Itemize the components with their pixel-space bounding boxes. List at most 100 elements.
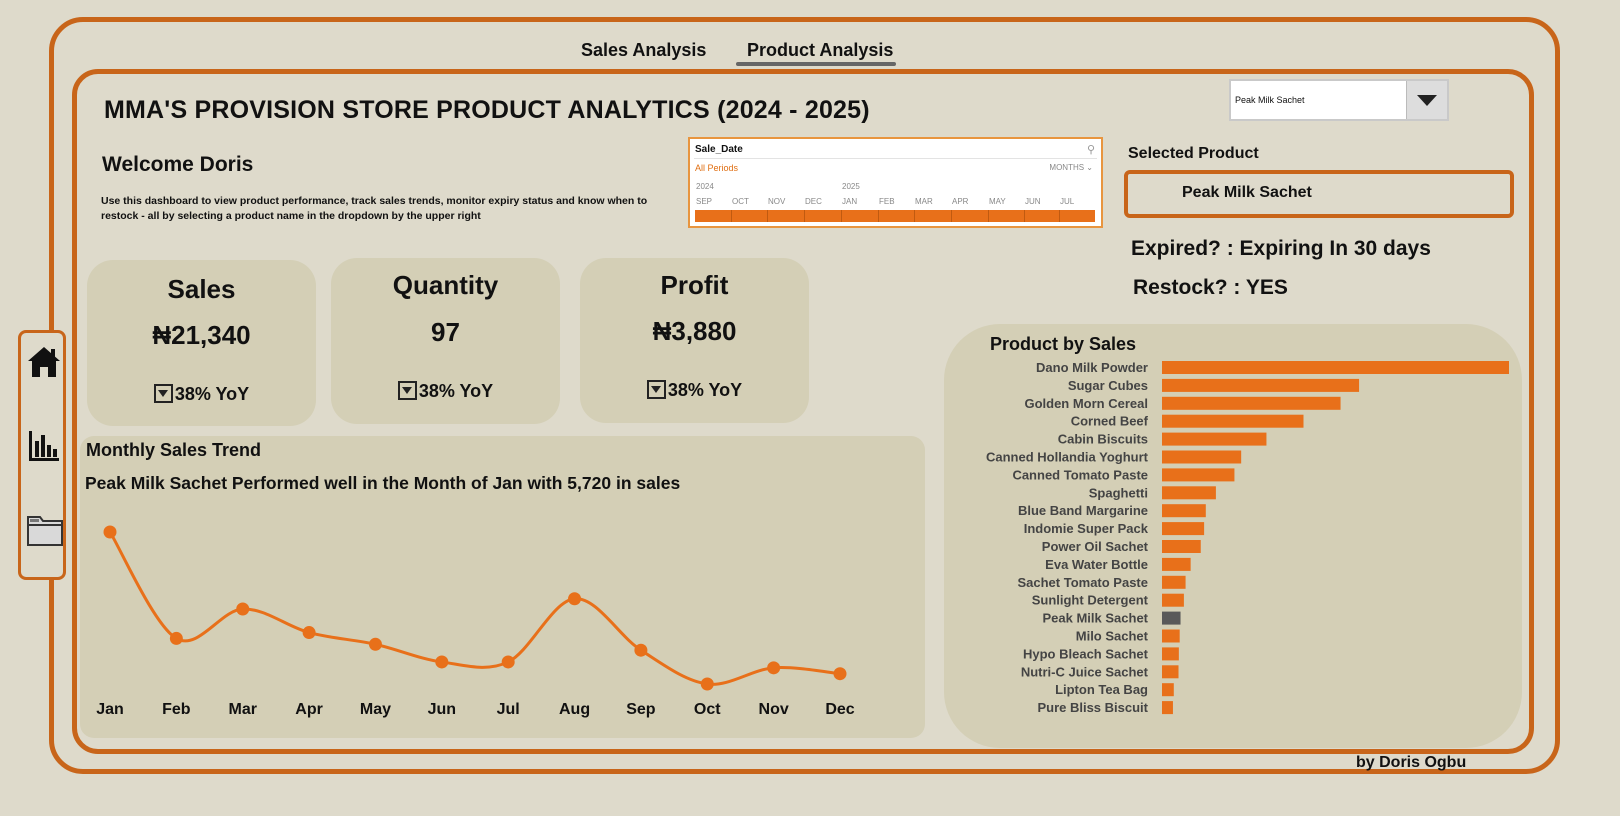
category-label: Sugar Cubes [1068, 378, 1148, 393]
bar[interactable] [1162, 450, 1242, 464]
timeline-level-select[interactable]: MONTHS ⌄ [1049, 163, 1093, 172]
data-point[interactable] [302, 626, 316, 640]
kpi-yoy: 38% YoY [87, 384, 316, 405]
timeline-tick [914, 210, 915, 222]
product-dropdown[interactable]: Peak Milk Sachet [1229, 79, 1449, 121]
timeline-month: OCT [732, 197, 749, 206]
category-label: Canned Hollandia Yoghurt [986, 450, 1149, 465]
data-point[interactable] [700, 677, 714, 691]
timeline-year: 2025 [842, 182, 860, 191]
category-label: Power Oil Sachet [1042, 539, 1149, 554]
bar[interactable] [1162, 486, 1216, 500]
data-point[interactable] [368, 637, 382, 651]
category-label: Peak Milk Sachet [1043, 611, 1149, 626]
timeline-title: Sale_Date [695, 144, 743, 155]
data-point[interactable] [169, 631, 183, 645]
kpi-title: Sales [167, 274, 236, 304]
kpi-card-quantity: Quantity 97 38% YoY [331, 258, 560, 424]
x-tick-label: Feb [162, 701, 191, 718]
bar[interactable] [1162, 468, 1235, 482]
category-label: Pure Bliss Biscuit [1037, 700, 1148, 715]
bar[interactable] [1162, 683, 1174, 697]
category-label: Sunlight Detergent [1032, 593, 1149, 608]
bar[interactable] [1162, 647, 1179, 661]
data-point[interactable] [767, 661, 781, 675]
tab-sales-analysis[interactable]: Sales Analysis [581, 40, 706, 61]
selected-product-box: Peak Milk Sachet [1124, 170, 1514, 218]
kpi-yoy-text: 38% YoY [418, 381, 494, 401]
bar[interactable] [1162, 701, 1173, 715]
kpi-card-sales: Sales ₦21,340 38% YoY [87, 260, 316, 426]
data-point[interactable] [236, 602, 250, 616]
timeline-period: All Periods [695, 163, 739, 173]
bar[interactable] [1162, 396, 1341, 410]
category-label: Eva Water Bottle [1045, 557, 1148, 572]
bar[interactable] [1162, 611, 1181, 625]
category-label: Spaghetti [1089, 485, 1148, 500]
timeline-range-bar[interactable] [695, 210, 1095, 222]
data-point[interactable] [568, 592, 582, 606]
restock-status: Restock? : YES [1133, 276, 1288, 299]
active-tab-indicator [736, 62, 896, 66]
down-arrow-icon [646, 380, 666, 399]
x-tick-label: Jul [497, 701, 520, 718]
bar[interactable] [1162, 522, 1205, 536]
bar[interactable] [1162, 504, 1206, 518]
category-label: Canned Tomato Paste [1012, 467, 1148, 482]
x-tick-label: May [360, 701, 391, 718]
product-by-sales-card: Product by Sales Dano Milk Powder Sugar C… [944, 324, 1522, 748]
kpi-yoy: 38% YoY [580, 380, 809, 401]
bar[interactable] [1162, 432, 1267, 446]
data-point[interactable] [833, 667, 847, 681]
timeline-divider [694, 158, 1097, 159]
category-label: Nutri-C Juice Sachet [1021, 664, 1149, 679]
category-label: Lipton Tea Bag [1055, 682, 1148, 697]
bar[interactable] [1162, 575, 1186, 589]
author-credit: by Doris Ogbu [1356, 754, 1467, 771]
timeline-month: FEB [879, 197, 895, 206]
data-point[interactable] [501, 655, 515, 669]
x-tick-label: Nov [759, 701, 789, 718]
timeline-tick [804, 210, 805, 222]
sales-series-line [108, 531, 841, 686]
x-tick-label: Jan [96, 701, 124, 718]
timeline-month: JAN [842, 197, 858, 206]
kpi-card-profit: Profit ₦3,880 38% YoY [580, 258, 809, 423]
bar[interactable] [1162, 378, 1360, 392]
tab-product-analysis[interactable]: Product Analysis [747, 40, 893, 61]
timeline-tick [841, 210, 842, 222]
timeline-month: SEP [696, 197, 713, 206]
x-tick-label: Oct [694, 701, 721, 718]
bar[interactable] [1162, 629, 1180, 643]
kpi-value: 97 [431, 317, 460, 347]
bar[interactable] [1162, 665, 1179, 679]
kpi-title: Profit [660, 270, 729, 300]
kpi-value: ₦3,880 [652, 316, 737, 346]
bar[interactable] [1162, 593, 1184, 607]
bar-chart-icon[interactable] [27, 429, 61, 463]
bar[interactable] [1162, 540, 1201, 553]
timeline-month: MAR [915, 197, 933, 206]
bar[interactable] [1162, 557, 1191, 571]
description-text: Use this dashboard to view product perfo… [101, 195, 648, 222]
folder-icon[interactable] [26, 513, 64, 547]
chevron-down-icon[interactable] [1406, 81, 1447, 119]
sidebar-nav [18, 330, 66, 580]
data-point[interactable] [634, 643, 648, 657]
data-point[interactable] [435, 655, 449, 669]
timeline-year: 2024 [696, 182, 714, 191]
timeline-tick [988, 210, 989, 222]
kpi-value: ₦21,340 [152, 320, 251, 350]
data-point[interactable] [103, 525, 117, 539]
timeline-month: MAY [989, 197, 1006, 206]
bar[interactable] [1162, 414, 1304, 428]
page-title: MMA'S PROVISION STORE PRODUCT ANALYTICS … [104, 96, 870, 124]
home-icon[interactable] [26, 344, 62, 380]
down-arrow-icon [153, 384, 173, 403]
date-timeline-slicer[interactable]: Sale_Date ⚲ All Periods MONTHS ⌄ 2024 20… [688, 137, 1103, 228]
monthly-sales-line-chart: Jan Feb Mar Apr May Jun Jul Aug Sep Oct Nov Dec [96, 525, 855, 718]
timeline-month: APR [952, 197, 969, 206]
clear-filter-icon[interactable]: ⚲ [1087, 143, 1095, 156]
x-tick-label: Apr [295, 701, 323, 718]
bar[interactable] [1162, 361, 1509, 374]
